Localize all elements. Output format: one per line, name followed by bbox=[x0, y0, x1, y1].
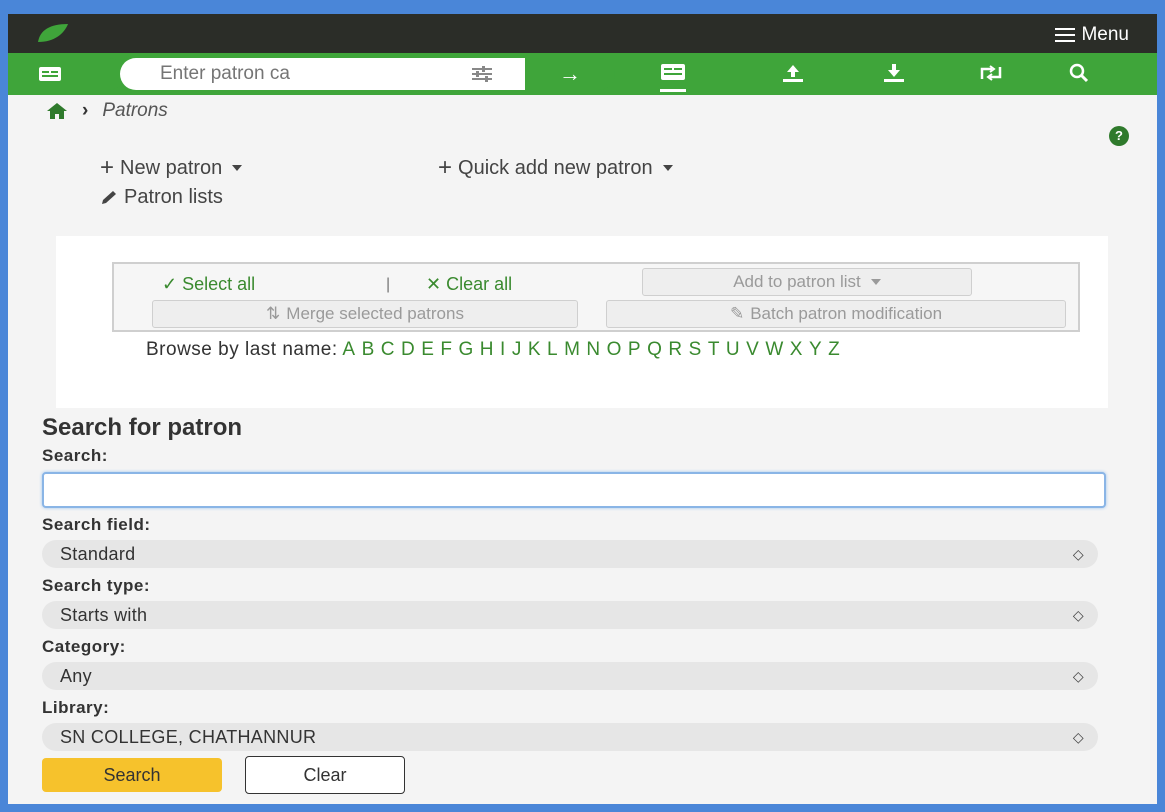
pencil-icon: ✎ bbox=[729, 304, 745, 323]
browse-label: Browse by last name: bbox=[146, 339, 338, 360]
quick-add-patron-button[interactable]: + Quick add new patron bbox=[438, 154, 673, 182]
letter-link-q[interactable]: Q bbox=[647, 339, 662, 360]
letter-link-l[interactable]: L bbox=[547, 339, 558, 360]
category-select[interactable]: Any ◇ bbox=[42, 662, 1098, 690]
letter-link-r[interactable]: R bbox=[668, 339, 682, 360]
catalog-search-tab[interactable] bbox=[1068, 63, 1090, 88]
home-icon[interactable] bbox=[46, 102, 68, 120]
letter-link-k[interactable]: K bbox=[528, 339, 541, 360]
letter-link-z[interactable]: Z bbox=[828, 339, 840, 360]
search-field-select[interactable]: Standard ◇ bbox=[42, 540, 1098, 568]
plus-icon: + bbox=[438, 154, 453, 181]
letter-link-w[interactable]: W bbox=[765, 339, 783, 360]
patron-search-tab[interactable] bbox=[20, 58, 125, 90]
checkmark-icon: ✓ bbox=[162, 274, 178, 294]
letter-link-x[interactable]: X bbox=[790, 339, 803, 360]
patron-cardnumber-input[interactable] bbox=[120, 58, 525, 90]
library-label: Library: bbox=[42, 698, 110, 717]
renew-icon bbox=[980, 65, 1002, 81]
download-tab[interactable] bbox=[882, 63, 906, 88]
menu-label: Menu bbox=[1081, 24, 1129, 45]
pencil-icon bbox=[102, 190, 116, 204]
letter-link-e[interactable]: E bbox=[421, 339, 434, 360]
select-all-link[interactable]: ✓ Select all bbox=[162, 274, 255, 295]
selection-toolbar: ✓ Select all | ✕ Clear all Add to patron… bbox=[112, 262, 1080, 332]
letter-link-c[interactable]: C bbox=[381, 339, 395, 360]
app-frame: Menu → bbox=[0, 0, 1165, 812]
clear-all-link[interactable]: ✕ Clear all bbox=[426, 274, 512, 295]
letter-link-y[interactable]: Y bbox=[809, 339, 822, 360]
breadcrumb-current: Patrons bbox=[102, 100, 168, 121]
letter-link-t[interactable]: T bbox=[708, 339, 720, 360]
new-patron-button[interactable]: + New patron bbox=[100, 154, 243, 182]
search-field-label: Search field: bbox=[42, 515, 151, 534]
arrow-right-icon: → bbox=[559, 61, 581, 86]
chevron-right-icon: › bbox=[82, 100, 89, 121]
letter-link-v[interactable]: V bbox=[746, 339, 759, 360]
search-type-label: Search type: bbox=[42, 576, 151, 595]
hamburger-icon bbox=[1055, 28, 1076, 42]
search-form-title: Search for patron bbox=[42, 414, 243, 441]
download-icon bbox=[884, 64, 904, 82]
letter-link-m[interactable]: M bbox=[564, 339, 580, 360]
category-label: Category: bbox=[42, 637, 126, 656]
letter-link-i[interactable]: I bbox=[500, 339, 506, 360]
checkin-upload-icon bbox=[783, 65, 803, 82]
clear-button[interactable]: Clear bbox=[245, 756, 405, 794]
search-type-select[interactable]: Starts with ◇ bbox=[42, 601, 1098, 629]
search-button[interactable]: Search bbox=[42, 758, 222, 792]
letter-link-h[interactable]: H bbox=[480, 339, 494, 360]
letter-link-j[interactable]: J bbox=[512, 339, 522, 360]
select-arrows-icon: ◇ bbox=[1072, 668, 1084, 684]
checkout-tab[interactable] bbox=[660, 63, 686, 92]
letter-link-s[interactable]: S bbox=[689, 339, 702, 360]
patron-search-input[interactable] bbox=[42, 472, 1106, 508]
letter-link-o[interactable]: O bbox=[607, 339, 622, 360]
letter-link-a[interactable]: A bbox=[342, 339, 355, 360]
search-label: Search: bbox=[42, 446, 108, 465]
x-icon: ✕ bbox=[426, 274, 442, 294]
breadcrumb: › Patrons bbox=[46, 100, 168, 122]
toolbar-separator: | bbox=[386, 276, 391, 293]
letter-link-d[interactable]: D bbox=[401, 339, 415, 360]
letter-link-n[interactable]: N bbox=[586, 339, 600, 360]
patron-lists-link[interactable]: Patron lists bbox=[100, 186, 223, 209]
checkin-tab[interactable] bbox=[781, 63, 805, 88]
patron-card-icon bbox=[39, 67, 61, 81]
merge-patrons-button[interactable]: ⇅ Merge selected patrons bbox=[152, 300, 578, 328]
batch-modification-button[interactable]: ✎ Batch patron modification bbox=[606, 300, 1066, 328]
filter-sliders-icon[interactable] bbox=[470, 65, 494, 83]
letter-link-f[interactable]: F bbox=[440, 339, 452, 360]
caret-down-icon bbox=[232, 165, 243, 171]
letter-link-p[interactable]: P bbox=[628, 339, 641, 360]
checkout-card-icon bbox=[661, 64, 685, 80]
patron-list-panel: ✓ Select all | ✕ Clear all Add to patron… bbox=[56, 236, 1108, 408]
merge-icon: ⇅ bbox=[266, 304, 281, 323]
search-icon bbox=[1069, 63, 1089, 83]
caret-down-icon bbox=[662, 165, 673, 171]
menu-button[interactable]: Menu bbox=[1055, 24, 1129, 46]
top-navbar: Menu bbox=[8, 14, 1157, 53]
quick-search-bar: → bbox=[8, 53, 1157, 95]
browse-by-last-name: Browse by last name: ABCDEFGHIJKLMNOPQRS… bbox=[146, 340, 1096, 359]
help-icon[interactable]: ? bbox=[1109, 126, 1129, 146]
select-arrows-icon: ◇ bbox=[1072, 546, 1084, 562]
select-arrows-icon: ◇ bbox=[1072, 729, 1084, 745]
caret-down-icon bbox=[870, 279, 881, 285]
plus-icon: + bbox=[100, 154, 115, 181]
renew-tab[interactable] bbox=[978, 63, 1004, 88]
letter-link-b[interactable]: B bbox=[362, 339, 375, 360]
patron-search-group: → bbox=[20, 58, 616, 90]
letter-links: ABCDEFGHIJKLMNOPQRSTUVWXYZ bbox=[342, 339, 846, 360]
add-to-patron-list-button[interactable]: Add to patron list bbox=[642, 268, 972, 296]
library-select[interactable]: SN COLLEGE, CHATHANNUR ◇ bbox=[42, 723, 1098, 751]
koha-logo-icon[interactable] bbox=[36, 22, 70, 44]
select-arrows-icon: ◇ bbox=[1072, 607, 1084, 623]
submit-search-button[interactable]: → bbox=[525, 58, 615, 90]
letter-link-u[interactable]: U bbox=[726, 339, 740, 360]
letter-link-g[interactable]: G bbox=[459, 339, 474, 360]
